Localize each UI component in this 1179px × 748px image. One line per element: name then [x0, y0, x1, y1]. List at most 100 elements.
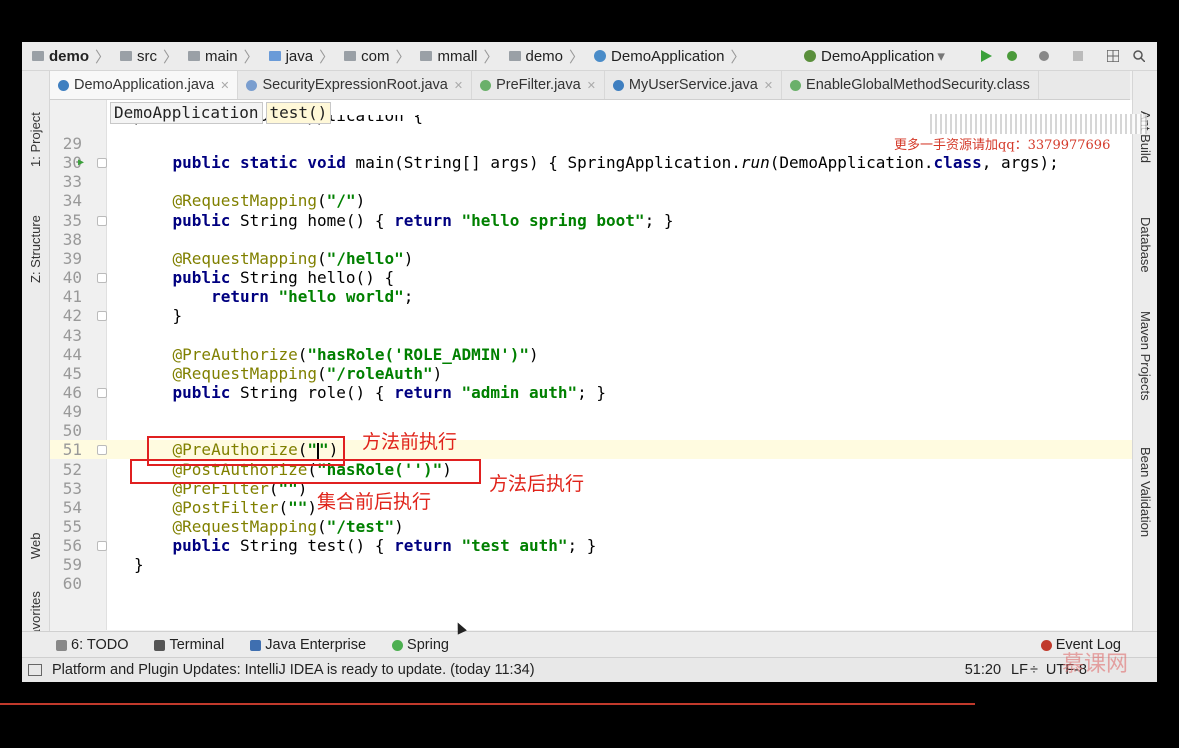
folder-icon: [32, 51, 44, 61]
code-line[interactable]: 46 public String role() { return "admin …: [50, 383, 1132, 402]
close-icon[interactable]: ✕: [454, 79, 463, 92]
code-text: @PreAuthorize("hasRole('ROLE_ADMIN')"): [172, 344, 539, 364]
nav-crumb-com[interactable]: com 〉: [344, 46, 410, 67]
bean-validation-tool-button[interactable]: Bean Validation: [1138, 447, 1153, 537]
todo-tool-button[interactable]: 6: TODO: [56, 637, 128, 653]
code-line[interactable]: 34 @RequestMapping("/"): [50, 191, 1132, 210]
watermark-strip: [927, 114, 1147, 134]
web-tool-button[interactable]: Web: [28, 533, 43, 560]
nav-crumb-java[interactable]: java 〉: [268, 46, 334, 67]
run-config-select[interactable]: DemoApplication ▾: [804, 46, 945, 66]
tool-window-toggle-icon[interactable]: [28, 664, 42, 676]
run-icon[interactable]: [980, 50, 992, 62]
code-line[interactable]: 54 @PostFilter(""): [50, 498, 1132, 517]
code-text: return "hello world";: [211, 287, 414, 307]
nav-crumb-demo-pkg[interactable]: demo 〉: [508, 46, 584, 67]
code-text: }: [134, 555, 144, 575]
todo-icon: [56, 639, 67, 651]
line-number: 56: [62, 536, 82, 556]
nav-crumb-class[interactable]: DemoApplication 〉: [594, 46, 745, 67]
status-message[interactable]: Platform and Plugin Updates: IntelliJ ID…: [52, 662, 535, 678]
debug-icon[interactable]: [1006, 50, 1018, 62]
line-number: 42: [62, 306, 82, 326]
terminal-icon: [154, 639, 166, 651]
caret-position[interactable]: 51:20: [965, 662, 1001, 678]
code-text: public String test() { return "test auth…: [172, 536, 597, 556]
code-line[interactable]: 41 return "hello world";: [50, 287, 1132, 306]
code-line[interactable]: 40 public String hello() {: [50, 268, 1132, 287]
code-text: @PostFilter(""): [172, 497, 318, 517]
coverage-icon[interactable]: [1038, 50, 1050, 62]
project-structure-icon[interactable]: [1107, 50, 1119, 62]
package-icon: [420, 51, 433, 61]
close-icon[interactable]: ✕: [764, 79, 773, 92]
code-line[interactable]: 39 @RequestMapping("/hello"): [50, 249, 1132, 268]
nav-crumb-main[interactable]: main 〉: [188, 46, 259, 67]
code-line[interactable]: 55 @RequestMapping("/test"): [50, 517, 1132, 536]
code-line[interactable]: 45 @RequestMapping("/roleAuth"): [50, 364, 1132, 383]
breadcrumb-method[interactable]: test(): [265, 102, 332, 124]
note-pre-execution: 方法前执行: [362, 431, 458, 453]
line-number: 43: [62, 325, 82, 345]
project-tool-button[interactable]: 1: Project: [28, 112, 43, 167]
line-number: 50: [62, 421, 82, 441]
line-number: 35: [62, 210, 82, 230]
tab-pre-filter[interactable]: PreFilter.java ✕: [472, 71, 605, 99]
line-number: 55: [62, 517, 82, 536]
line-number: 52: [62, 459, 82, 479]
watermark-text: 更多一手资源请加qq：3379977696: [894, 138, 1111, 153]
line-number: 39: [62, 248, 82, 268]
code-text: public String home() { return "hello spr…: [172, 210, 674, 230]
line-number: 53: [62, 478, 82, 498]
terminal-tool-button[interactable]: Terminal: [154, 637, 224, 653]
code-line[interactable]: 59}: [50, 555, 1132, 574]
note-post-execution: 方法后执行: [489, 473, 585, 495]
structure-tool-button[interactable]: Z: Structure: [28, 215, 43, 283]
fold-marker-icon[interactable]: [97, 445, 107, 456]
tab-my-user-service[interactable]: MyUserService.java ✕: [605, 71, 783, 99]
code-line[interactable]: 56 public String test() { return "test a…: [50, 536, 1132, 555]
maven-projects-tool-button[interactable]: Maven Projects: [1138, 311, 1153, 401]
class-icon: [594, 50, 607, 62]
java-enterprise-tool-button[interactable]: Java Enterprise: [250, 637, 366, 653]
close-icon[interactable]: ✕: [587, 79, 596, 92]
class-icon: [58, 79, 69, 91]
fold-marker-icon[interactable]: [97, 273, 107, 284]
code-line[interactable]: 33: [50, 172, 1132, 191]
video-progress-bar[interactable]: [0, 703, 975, 705]
spring-leaf-icon: [392, 639, 404, 651]
line-separator[interactable]: LF: [1011, 662, 1028, 678]
code-line[interactable]: 44 @PreAuthorize("hasRole('ROLE_ADMIN')"…: [50, 345, 1132, 364]
spring-tool-button[interactable]: Spring: [392, 637, 449, 653]
code-line[interactable]: 43: [50, 326, 1132, 345]
code-line[interactable]: 35 public String home() { return "hello …: [50, 211, 1132, 230]
code-line[interactable]: 42 }: [50, 306, 1132, 325]
package-icon: [344, 51, 357, 61]
search-icon[interactable]: [1133, 50, 1145, 62]
fold-marker-icon[interactable]: [97, 215, 107, 226]
fold-marker-icon[interactable]: [97, 311, 107, 322]
annotation-icon: [480, 79, 492, 91]
tab-enable-global-method-security[interactable]: EnableGlobalMethodSecurity.class: [782, 71, 1039, 99]
code-line[interactable]: 49: [50, 402, 1132, 421]
nav-crumb-demo[interactable]: demo 〉: [32, 46, 110, 67]
database-tool-button[interactable]: Database: [1138, 217, 1153, 273]
fold-marker-icon[interactable]: [97, 387, 107, 398]
fold-marker-icon[interactable]: [97, 541, 107, 552]
code-line[interactable]: 30 ▶ public static void main(String[] arg…: [50, 153, 1132, 172]
code-editor[interactable]: public class DemoApplication { DemoAppli…: [50, 100, 1132, 630]
breadcrumb-class[interactable]: DemoApplication: [110, 102, 263, 124]
tab-security-expression-root[interactable]: SecurityExpressionRoot.java ✕: [238, 71, 473, 99]
run-gutter-icon[interactable]: ▶: [78, 153, 84, 172]
tab-demo-application[interactable]: DemoApplication.java ✕: [50, 71, 239, 99]
stop-icon[interactable]: [1072, 50, 1084, 62]
close-icon[interactable]: ✕: [220, 79, 229, 92]
fold-marker-icon[interactable]: [97, 158, 107, 169]
source-folder-icon: [268, 51, 281, 61]
note-collection-filter: 集合前后执行: [317, 491, 432, 513]
nav-crumb-src[interactable]: src 〉: [120, 46, 178, 67]
nav-crumb-mmall[interactable]: mmall 〉: [420, 46, 499, 67]
code-line[interactable]: 38: [50, 230, 1132, 249]
code-line[interactable]: 60: [50, 574, 1132, 593]
